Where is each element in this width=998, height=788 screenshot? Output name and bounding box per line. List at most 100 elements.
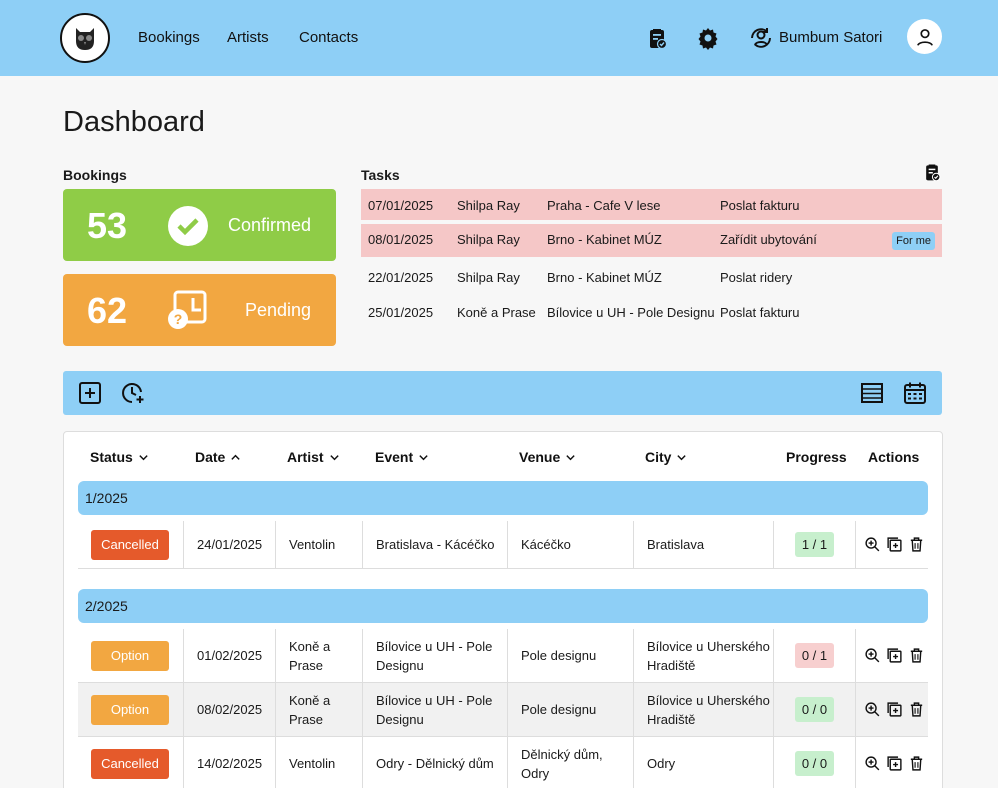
header-artist-label: Artist <box>287 449 324 465</box>
chevron-down-icon <box>329 454 339 460</box>
zoom-in-icon[interactable] <box>864 755 881 772</box>
tasks-section-label: Tasks <box>361 167 400 183</box>
pending-clock-icon: ? <box>168 290 207 329</box>
zoom-in-icon[interactable] <box>864 701 881 718</box>
task-name: Zařídit ubytování <box>720 232 817 247</box>
clipboard-check-icon[interactable] <box>645 26 669 50</box>
pending-bookings-card[interactable]: 62 ? Pending <box>63 274 336 346</box>
month-group-header: 2/2025 <box>78 589 928 623</box>
table-row[interactable]: Cancelled 24/01/2025 Ventolin Bratislava… <box>78 521 928 569</box>
task-date: 08/01/2025 <box>368 232 434 247</box>
header-event[interactable]: Event <box>375 449 429 465</box>
task-artist: Koně a Prase <box>457 305 536 320</box>
header-status[interactable]: Status <box>90 449 149 465</box>
status-badge[interactable]: Cancelled <box>91 748 169 779</box>
actions-cell <box>855 737 930 788</box>
confirmed-bookings-card[interactable]: 53 Confirmed <box>63 189 336 261</box>
bookings-table: Status Date Artist Event Venue City Prog… <box>63 431 943 788</box>
owl-logo-icon[interactable] <box>60 13 110 63</box>
nav-contacts[interactable]: Contacts <box>299 29 358 46</box>
progress-badge: 0 / 0 <box>794 751 835 776</box>
header-venue-label: Venue <box>519 449 561 465</box>
date-cell: 24/01/2025 <box>183 521 262 568</box>
progress-cell: 1 / 1 <box>773 521 855 568</box>
artist-cell: Koně a Prase <box>275 683 362 736</box>
status-badge[interactable]: Cancelled <box>91 529 169 560</box>
header-city[interactable]: City <box>645 449 687 465</box>
task-event: Bílovice u UH - Pole Designu <box>547 305 715 320</box>
list-view-icon[interactable] <box>860 381 884 405</box>
task-date: 07/01/2025 <box>368 198 434 213</box>
table-row[interactable]: Option 08/02/2025 Koně a Prase Bílovice … <box>78 683 928 737</box>
task-name: Poslat ridery <box>720 270 793 285</box>
event-cell: Odry - Dělnický dům <box>362 737 507 788</box>
header-event-label: Event <box>375 449 414 465</box>
status-cell: Option <box>91 629 169 682</box>
bookings-section-label: Bookings <box>63 167 127 183</box>
task-row[interactable]: 25/01/2025 Koně a Prase Bílovice u UH - … <box>361 296 942 327</box>
actions-cell <box>855 521 930 568</box>
task-event: Praha - Cafe V lese <box>547 198 661 213</box>
duplicate-icon[interactable] <box>886 701 903 718</box>
actions-cell <box>855 629 930 682</box>
table-row[interactable]: Cancelled 14/02/2025 Ventolin Odry - Děl… <box>78 737 928 788</box>
progress-badge: 0 / 1 <box>794 643 835 668</box>
header-city-label: City <box>645 449 672 465</box>
check-circle-icon <box>168 206 208 246</box>
header-venue[interactable]: Venue <box>519 449 576 465</box>
date-cell: 01/02/2025 <box>183 629 262 682</box>
status-cell: Cancelled <box>91 521 169 568</box>
top-navbar: Bookings Artists Contacts Bumbum Satori <box>0 0 998 76</box>
artist-cell: Koně a Prase <box>275 629 362 682</box>
progress-badge: 1 / 1 <box>794 532 835 557</box>
status-badge[interactable]: Option <box>91 694 169 725</box>
event-cell: Bílovice u UH - Pole Designu <box>362 629 507 682</box>
chevron-down-icon <box>566 454 575 460</box>
task-date: 22/01/2025 <box>368 270 434 285</box>
venue-cell: Pole designu <box>507 629 633 682</box>
header-artist[interactable]: Artist <box>287 449 340 465</box>
month-group-header: 1/2025 <box>78 481 928 515</box>
chevron-down-icon <box>139 454 148 460</box>
chevron-down-icon <box>419 454 428 460</box>
nav-artists[interactable]: Artists <box>227 29 269 46</box>
tasks-clipboard-check-icon[interactable] <box>922 162 942 182</box>
duplicate-icon[interactable] <box>886 536 903 553</box>
status-cell: Option <box>91 683 169 736</box>
calendar-view-icon[interactable] <box>903 381 927 405</box>
city-cell: Odry <box>633 737 773 788</box>
header-progress: Progress <box>786 449 847 465</box>
duplicate-icon[interactable] <box>886 647 903 664</box>
progress-badge: 0 / 0 <box>794 697 835 722</box>
venue-cell: Dělnický dům, Odry <box>507 737 633 788</box>
add-option-clock-icon[interactable] <box>121 381 145 405</box>
header-date[interactable]: Date <box>195 449 241 465</box>
trash-icon[interactable] <box>908 701 925 718</box>
progress-cell: 0 / 0 <box>773 737 855 788</box>
gear-icon[interactable] <box>696 26 720 50</box>
trash-icon[interactable] <box>908 536 925 553</box>
artist-cell: Ventolin <box>275 521 335 568</box>
task-event: Brno - Kabinet MÚZ <box>547 232 662 247</box>
zoom-in-icon[interactable] <box>864 647 881 664</box>
task-row[interactable]: 22/01/2025 Shilpa Ray Brno - Kabinet MÚZ… <box>361 261 942 292</box>
city-cell: Bratislava <box>633 521 773 568</box>
nav-bookings[interactable]: Bookings <box>138 29 200 46</box>
trash-icon[interactable] <box>908 647 925 664</box>
table-row[interactable]: Option 01/02/2025 Koně a Prase Bílovice … <box>78 629 928 683</box>
switch-user-icon[interactable] <box>749 26 773 50</box>
user-name[interactable]: Bumbum Satori <box>779 29 882 46</box>
status-badge[interactable]: Option <box>91 640 169 671</box>
task-artist: Shilpa Ray <box>457 232 520 247</box>
task-name: Poslat fakturu <box>720 198 800 213</box>
pending-count: 62 <box>87 290 128 331</box>
trash-icon[interactable] <box>908 755 925 772</box>
duplicate-icon[interactable] <box>886 755 903 772</box>
user-avatar-icon[interactable] <box>907 19 942 54</box>
add-booking-icon[interactable] <box>78 381 102 405</box>
page-title: Dashboard <box>63 106 205 138</box>
zoom-in-icon[interactable] <box>864 536 881 553</box>
task-row[interactable]: 08/01/2025 Shilpa Ray Brno - Kabinet MÚZ… <box>361 224 942 257</box>
task-event: Brno - Kabinet MÚZ <box>547 270 662 285</box>
task-row[interactable]: 07/01/2025 Shilpa Ray Praha - Cafe V les… <box>361 189 942 220</box>
